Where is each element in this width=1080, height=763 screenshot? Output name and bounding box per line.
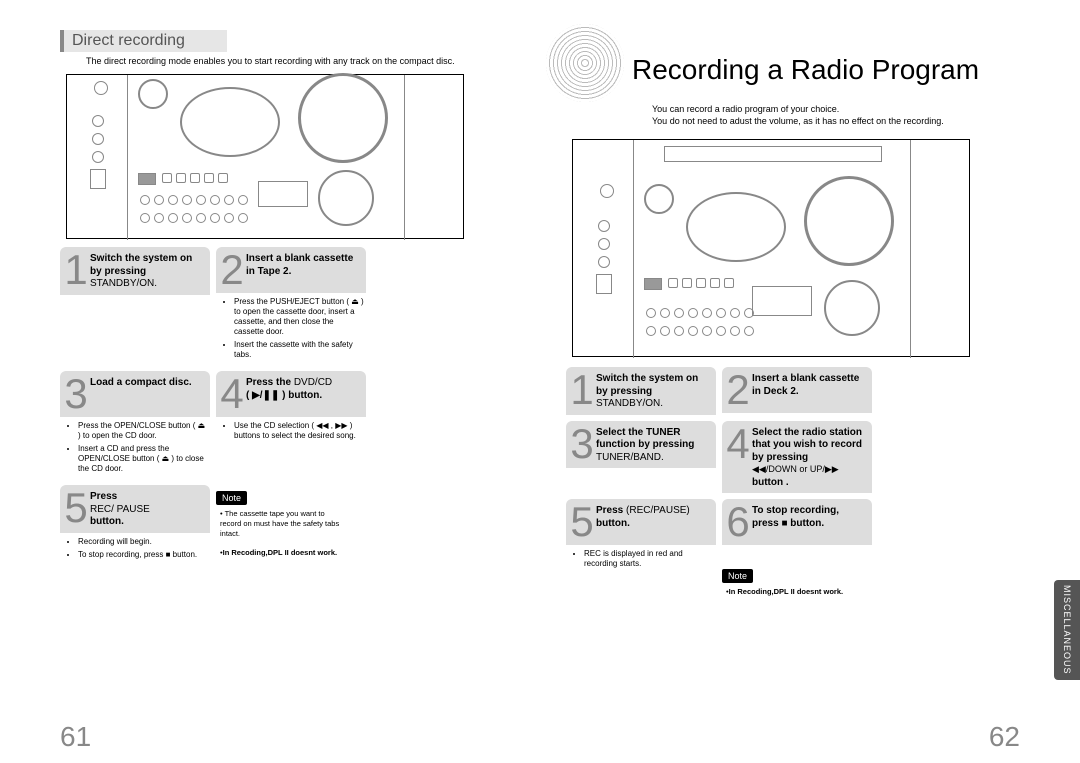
swirl-icon — [546, 24, 624, 102]
step-1: 1 Switch the system on by pressing STAND… — [566, 367, 716, 415]
device-diagram-left — [66, 74, 464, 239]
step-title: Insert a blank cassette in Tape 2. — [246, 251, 360, 278]
page-62: Recording a Radio Program You can record… — [540, 0, 1080, 763]
step-1: 1 Switch the system on by pressing STAND… — [60, 247, 210, 365]
step-title: Press (REC/PAUSE) button. — [596, 503, 690, 530]
step-number: 1 — [568, 371, 596, 409]
note-label: Note — [722, 569, 753, 583]
step-number: 5 — [62, 489, 90, 527]
step-number: 2 — [724, 371, 752, 409]
device-diagram-right — [572, 139, 970, 357]
step-number: 5 — [568, 503, 596, 541]
step-2: 2 Insert a blank cassette in Deck 2. — [722, 367, 872, 415]
step-5: 5 Press (REC/PAUSE) button. REC is displ… — [566, 499, 716, 597]
step-number: 3 — [568, 425, 596, 463]
step-body: Press the PUSH/EJECT button ( ⏏ ) to ope… — [216, 293, 366, 365]
step-body: Press the OPEN/CLOSE button ( ⏏ ) to ope… — [60, 417, 210, 479]
note-block: Note •In Recoding,DPL II doesnt work. — [722, 563, 872, 597]
steps-right: 1 Switch the system on by pressing STAND… — [566, 367, 1020, 597]
step-title: Switch the system on by pressing STANDBY… — [596, 371, 710, 411]
section-tab: MISCELLANEOUS — [1054, 580, 1080, 680]
step-3: 3 Load a compact disc. Press the OPEN/CL… — [60, 371, 210, 479]
step-title: Press REC/ PAUSE button. — [90, 489, 150, 529]
step-body: Use the CD selection ( ◀◀ , ▶▶ ) buttons… — [216, 417, 366, 446]
step-5: 5 Press REC/ PAUSE button. Recording wil… — [60, 485, 210, 565]
page-61: Direct recording The direct recording mo… — [0, 0, 540, 763]
step-number: 4 — [218, 375, 246, 413]
step-number: 3 — [62, 375, 90, 413]
step-6: 6 To stop recording, press ■ button. Not… — [722, 499, 872, 597]
step-body: Recording will begin. To stop recording,… — [60, 533, 210, 565]
step-title: Insert a blank cassette in Deck 2. — [752, 371, 866, 398]
section-title-text: Direct recording — [72, 32, 185, 50]
note-text: •In Recoding,DPL II doesnt work. — [726, 587, 872, 597]
step-title: Switch the system on by pressing STANDBY… — [90, 251, 204, 291]
step-title: Select the radio station that you wish t… — [752, 425, 866, 490]
page-title: Recording a Radio Program — [632, 54, 979, 86]
page-number: 62 — [989, 721, 1020, 753]
step-number: 6 — [724, 503, 752, 541]
note-text: • The cassette tape you want to record o… — [220, 509, 346, 558]
page-subtitle: You can record a radio program of your c… — [652, 104, 1020, 127]
title-wrap: Recording a Radio Program — [546, 30, 1020, 108]
section-title: Direct recording — [60, 30, 360, 52]
manual-spread: Direct recording The direct recording mo… — [0, 0, 1080, 763]
step-2: 2 Insert a blank cassette in Tape 2. Pre… — [216, 247, 366, 365]
step-4: 4 Select the radio station that you wish… — [722, 421, 872, 494]
step-number: 1 — [62, 251, 90, 289]
note-block: Note • The cassette tape you want to rec… — [216, 485, 346, 565]
section-description: The direct recording mode enables you to… — [86, 56, 510, 66]
step-4: 4 Press the DVD/CD ( ▶/❚❚ ) button. Use … — [216, 371, 366, 479]
steps-left: 1 Switch the system on by pressing STAND… — [60, 247, 514, 565]
note-label: Note — [216, 491, 247, 505]
step-title: Press the DVD/CD ( ▶/❚❚ ) button. — [246, 375, 332, 402]
step-title: Select the TUNER function by pressing TU… — [596, 425, 710, 465]
step-title: Load a compact disc. — [90, 375, 192, 390]
step-body: REC is displayed in red and recording st… — [566, 545, 716, 574]
step-title: To stop recording, press ■ button. — [752, 503, 866, 530]
step-3: 3 Select the TUNER function by pressing … — [566, 421, 716, 494]
step-number: 4 — [724, 425, 752, 463]
page-number: 61 — [60, 721, 91, 753]
step-number: 2 — [218, 251, 246, 289]
